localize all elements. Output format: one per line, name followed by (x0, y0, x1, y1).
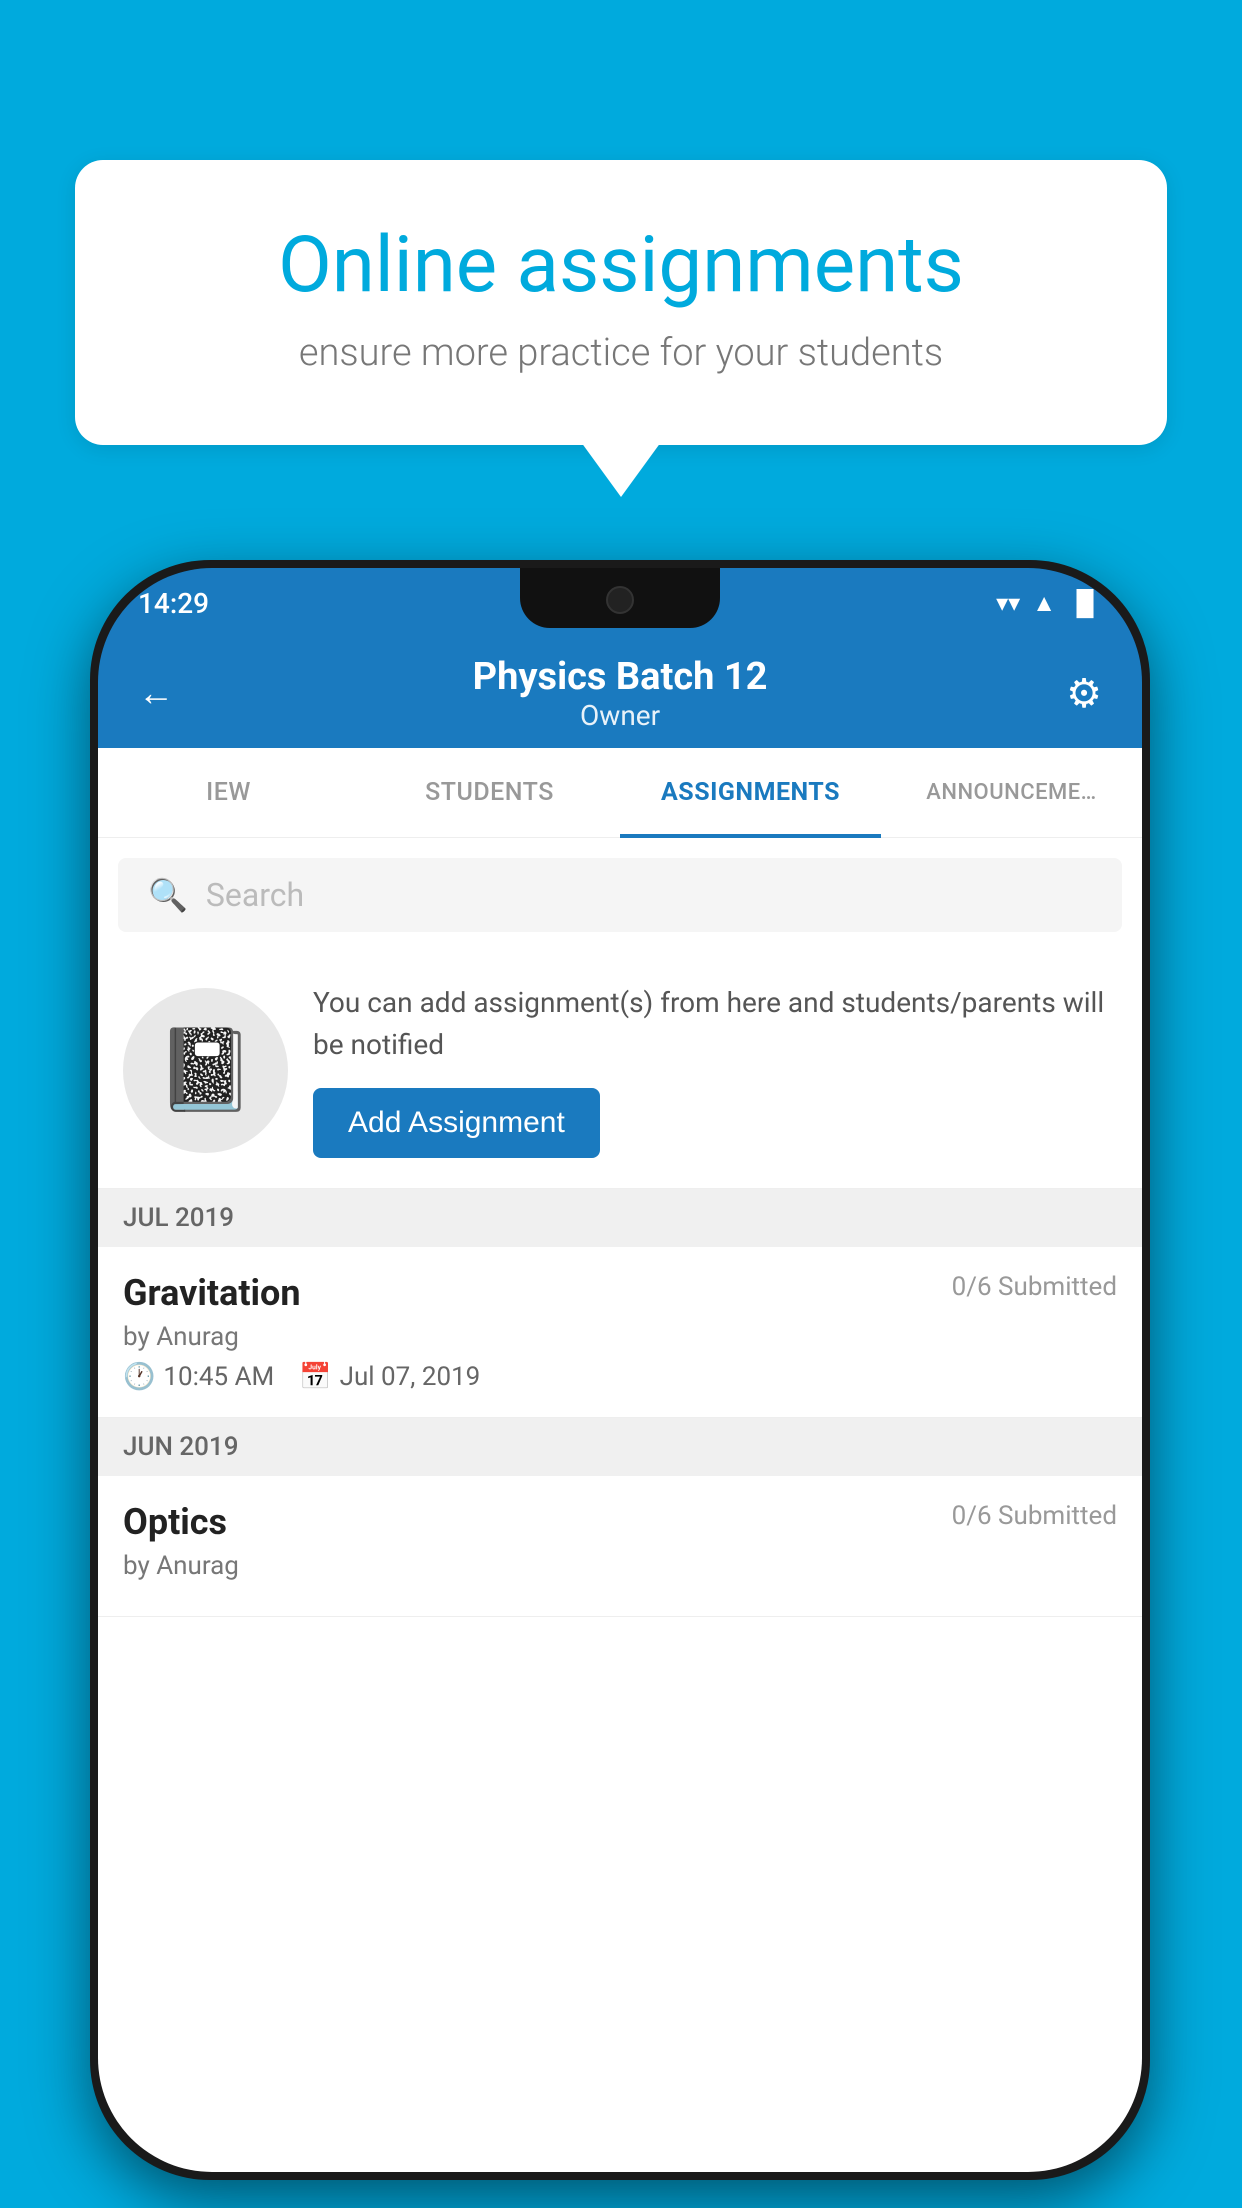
search-bar[interactable]: 🔍 Search (118, 858, 1122, 932)
tab-announcements[interactable]: ANNOUNCEME… (881, 748, 1142, 838)
section-header-jun2019: JUN 2019 (98, 1418, 1142, 1476)
notch (520, 568, 720, 628)
app-bar-title: Physics Batch 12 Owner (473, 655, 768, 732)
settings-icon[interactable]: ⚙ (1066, 670, 1102, 717)
speech-bubble-heading: Online assignments (155, 220, 1087, 311)
promo-content: You can add assignment(s) from here and … (313, 982, 1117, 1158)
assignment-submitted-gravitation: 0/6 Submitted (952, 1272, 1117, 1302)
section-header-jul2019: JUL 2019 (98, 1189, 1142, 1247)
assignment-title-optics: Optics (123, 1501, 227, 1543)
search-icon: 🔍 (148, 876, 188, 914)
assignment-title-gravitation: Gravitation (123, 1272, 301, 1314)
content-area: 🔍 Search 📓 You can add assignment(s) fro… (98, 838, 1142, 2172)
assignment-by-gravitation: by Anurag (123, 1322, 1117, 1352)
meta-time-gravitation: 🕐 10:45 AM (123, 1362, 274, 1392)
camera (606, 586, 634, 614)
search-placeholder: Search (206, 876, 304, 914)
promo-text: You can add assignment(s) from here and … (313, 982, 1117, 1066)
assignment-submitted-optics: 0/6 Submitted (952, 1501, 1117, 1531)
tab-assignments[interactable]: ASSIGNMENTS (620, 748, 881, 838)
assignment-by-optics: by Anurag (123, 1551, 1117, 1581)
speech-bubble-wrapper: Online assignments ensure more practice … (75, 160, 1167, 445)
phone-frame: 14:29 ▾▾ ▲ ▐▌ ← Physics Batch 12 Owner ⚙… (90, 560, 1150, 2180)
promo-icon-circle: 📓 (123, 988, 288, 1153)
notebook-icon: 📓 (156, 1023, 256, 1117)
speech-bubble: Online assignments ensure more practice … (75, 160, 1167, 445)
batch-title: Physics Batch 12 (473, 655, 768, 699)
meta-date-gravitation: 📅 Jul 07, 2019 (299, 1362, 480, 1392)
status-time: 14:29 (138, 587, 209, 620)
signal-icon: ▲ (1032, 589, 1056, 618)
assignment-top-optics: Optics 0/6 Submitted (123, 1501, 1117, 1543)
back-button[interactable]: ← (138, 672, 174, 714)
tab-iew[interactable]: IEW (98, 748, 359, 838)
clock-icon: 🕐 (123, 1362, 155, 1392)
promo-section: 📓 You can add assignment(s) from here an… (98, 952, 1142, 1189)
assignment-item-gravitation[interactable]: Gravitation 0/6 Submitted by Anurag 🕐 10… (98, 1247, 1142, 1418)
assignment-meta-gravitation: 🕐 10:45 AM 📅 Jul 07, 2019 (123, 1362, 1117, 1392)
assignment-top: Gravitation 0/6 Submitted (123, 1272, 1117, 1314)
add-assignment-button[interactable]: Add Assignment (313, 1088, 600, 1158)
tab-students[interactable]: STUDENTS (359, 748, 620, 838)
tab-bar: IEW STUDENTS ASSIGNMENTS ANNOUNCEME… (98, 748, 1142, 838)
speech-bubble-subtext: ensure more practice for your students (155, 331, 1087, 375)
assignment-date-gravitation: Jul 07, 2019 (340, 1362, 481, 1392)
battery-icon: ▐▌ (1068, 589, 1102, 618)
status-icons: ▾▾ ▲ ▐▌ (996, 589, 1102, 618)
app-bar: ← Physics Batch 12 Owner ⚙ (98, 638, 1142, 748)
assignment-time-gravitation: 10:45 AM (163, 1362, 274, 1392)
phone-inner: 14:29 ▾▾ ▲ ▐▌ ← Physics Batch 12 Owner ⚙… (98, 568, 1142, 2172)
calendar-icon: 📅 (299, 1362, 331, 1392)
assignment-item-optics[interactable]: Optics 0/6 Submitted by Anurag (98, 1476, 1142, 1617)
batch-subtitle: Owner (473, 699, 768, 732)
wifi-icon: ▾▾ (996, 589, 1020, 617)
